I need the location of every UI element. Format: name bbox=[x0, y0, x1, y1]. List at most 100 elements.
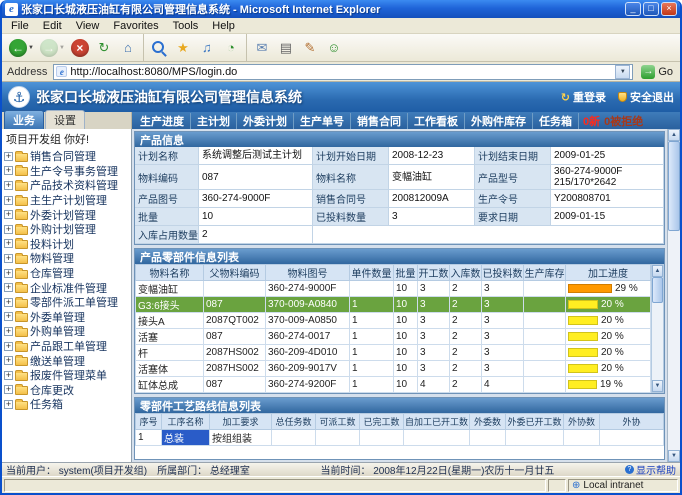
address-dropdown[interactable]: ▼ bbox=[615, 65, 630, 79]
table-row[interactable]: G3:6接头087370-009-A084011032320 % bbox=[136, 297, 651, 313]
sidebar-tree-item[interactable]: + 外委计划管理 bbox=[4, 207, 131, 222]
refresh-button[interactable]: ↻ ▼ bbox=[92, 34, 116, 61]
sidebar-tree-item[interactable]: + 物料管理 bbox=[4, 251, 131, 266]
expand-icon[interactable]: + bbox=[4, 371, 13, 380]
home-button[interactable]: ⌂ ▼ bbox=[116, 34, 140, 61]
sidebar-tree-item[interactable]: + 企业标准件管理 bbox=[4, 280, 131, 295]
main-scrollbar[interactable]: ▲ ▼ bbox=[667, 129, 680, 462]
history-button[interactable]: ◔ ▼ bbox=[219, 34, 243, 61]
media-button[interactable]: ♫ ▼ bbox=[195, 34, 219, 61]
scroll-track[interactable] bbox=[668, 141, 680, 450]
table-row[interactable]: 活塞087360-274-001711032320 % bbox=[136, 329, 651, 345]
scroll-up-icon[interactable]: ▲ bbox=[668, 129, 680, 141]
scroll-down-icon[interactable]: ▼ bbox=[668, 450, 680, 462]
logout-button[interactable]: 安全退出 bbox=[618, 89, 674, 105]
menu-item[interactable]: View bbox=[69, 20, 107, 32]
scroll-thumb[interactable] bbox=[652, 277, 663, 303]
expand-icon[interactable]: + bbox=[4, 239, 13, 248]
dropdown-caret-icon[interactable]: ▼ bbox=[59, 45, 65, 51]
expand-icon[interactable]: + bbox=[4, 400, 13, 409]
column-header[interactable]: 外委数 bbox=[470, 414, 506, 430]
column-header[interactable]: 生产库存 bbox=[524, 265, 566, 281]
nav-item[interactable]: 外购件库存 bbox=[465, 113, 533, 129]
expand-icon[interactable]: + bbox=[4, 327, 13, 336]
search-button[interactable]: ▼ bbox=[143, 34, 171, 61]
expand-icon[interactable]: + bbox=[4, 312, 13, 321]
table-row[interactable]: 杆2087HS002360-209-4D01011032320 % bbox=[136, 345, 651, 361]
column-header[interactable]: 自加工已开工数 bbox=[404, 414, 470, 430]
module-tab[interactable]: 业务 bbox=[4, 110, 44, 129]
nav-item[interactable]: 任务箱 bbox=[533, 113, 579, 129]
table-row[interactable]: 活塞体2087HS002360-209-9017V11032320 % bbox=[136, 361, 651, 377]
nav-item[interactable]: 主计划 bbox=[191, 113, 237, 129]
column-header[interactable]: 加工要求 bbox=[210, 414, 272, 430]
sidebar-tree-item[interactable]: + 外购计划管理 bbox=[4, 222, 131, 237]
column-header[interactable]: 加工进度 bbox=[566, 265, 651, 281]
scroll-thumb[interactable] bbox=[668, 141, 680, 231]
expand-icon[interactable]: + bbox=[4, 254, 13, 263]
menu-item[interactable]: File bbox=[4, 20, 36, 32]
column-header[interactable]: 总任务数 bbox=[272, 414, 316, 430]
table-row[interactable]: 接头A2087QT002370-009-A085011032320 % bbox=[136, 313, 651, 329]
print-button[interactable]: ▤ ▼ bbox=[274, 34, 298, 61]
forward-button[interactable]: → ▼ bbox=[37, 34, 68, 61]
expand-icon[interactable]: + bbox=[4, 225, 13, 234]
expand-icon[interactable]: + bbox=[4, 342, 13, 351]
column-header[interactable]: 父物料编码 bbox=[204, 265, 266, 281]
column-header[interactable]: 已投料数 bbox=[482, 265, 524, 281]
scroll-track[interactable] bbox=[652, 277, 663, 380]
column-header[interactable]: 单件数量 bbox=[350, 265, 394, 281]
dropdown-caret-icon[interactable]: ▼ bbox=[28, 45, 34, 51]
mail-button[interactable]: ✉ ▼ bbox=[246, 34, 274, 61]
column-header[interactable]: 物料名称 bbox=[136, 265, 204, 281]
table-row[interactable]: 变幅油缸360-274-9000F1032329 % bbox=[136, 281, 651, 297]
sidebar-tree-item[interactable]: + 外委单管理 bbox=[4, 310, 131, 325]
sidebar-tree-item[interactable]: + 产品跟工单管理 bbox=[4, 339, 131, 354]
column-header[interactable]: 外委已开工数 bbox=[506, 414, 564, 430]
title-bar[interactable]: e 张家口长城液压油缸有限公司管理信息系统 - Microsoft Intern… bbox=[2, 0, 680, 18]
expand-icon[interactable]: + bbox=[4, 283, 13, 292]
back-button[interactable]: ← ▼ bbox=[6, 34, 37, 61]
menu-item[interactable]: Help bbox=[205, 20, 242, 32]
expand-icon[interactable]: + bbox=[4, 269, 13, 278]
expand-icon[interactable]: + bbox=[4, 166, 13, 175]
nav-item[interactable]: 生产单号 bbox=[294, 113, 351, 129]
nav-item[interactable]: 外委计划 bbox=[237, 113, 294, 129]
expand-icon[interactable]: + bbox=[4, 181, 13, 190]
sidebar-tree-item[interactable]: + 生产令号事务管理 bbox=[4, 164, 131, 179]
menu-item[interactable]: Tools bbox=[166, 20, 206, 32]
sidebar-tree-item[interactable]: + 仓库更改 bbox=[4, 383, 131, 398]
column-header[interactable]: 已完工数 bbox=[360, 414, 404, 430]
column-header[interactable]: 外协数 bbox=[564, 414, 600, 430]
nav-item[interactable]: 生产进度 bbox=[134, 113, 191, 129]
sidebar-tree-item[interactable]: + 任务箱 bbox=[4, 397, 131, 412]
column-header[interactable]: 开工数 bbox=[418, 265, 450, 281]
parts-scrollbar[interactable]: ▲ ▼ bbox=[651, 264, 664, 393]
stop-button[interactable]: × ▼ bbox=[68, 34, 92, 61]
minimize-button[interactable]: _ bbox=[625, 2, 641, 16]
sidebar-tree-item[interactable]: + 零部件派工单管理 bbox=[4, 295, 131, 310]
messenger-button[interactable]: ☺ ▼ bbox=[322, 34, 346, 61]
relogin-button[interactable]: ↻ 重登录 bbox=[561, 89, 606, 105]
scroll-up-icon[interactable]: ▲ bbox=[652, 265, 663, 277]
expand-icon[interactable]: + bbox=[4, 298, 13, 307]
column-header[interactable]: 物料图号 bbox=[266, 265, 350, 281]
maximize-button[interactable]: □ bbox=[643, 2, 659, 16]
expand-icon[interactable]: + bbox=[4, 196, 13, 205]
sidebar-tree-item[interactable]: + 报废件管理菜单 bbox=[4, 368, 131, 383]
favorites-button[interactable]: ★ ▼ bbox=[171, 34, 195, 61]
table-row[interactable]: 缸体总成087360-274-9200F11042419 % bbox=[136, 377, 651, 393]
edit-button[interactable]: ✎ ▼ bbox=[298, 34, 322, 61]
column-header[interactable]: 可派工数 bbox=[316, 414, 360, 430]
expand-icon[interactable]: + bbox=[4, 210, 13, 219]
column-header[interactable]: 入库数 bbox=[450, 265, 482, 281]
column-header[interactable]: 序号 bbox=[136, 414, 162, 430]
sidebar-tree-item[interactable]: + 外购单管理 bbox=[4, 324, 131, 339]
address-input[interactable]: e http://localhost:8080/MPS/login.do ▼ bbox=[53, 64, 633, 80]
sidebar-tree-item[interactable]: + 主生产计划管理 bbox=[4, 193, 131, 208]
nav-item[interactable]: 工作看板 bbox=[408, 113, 465, 129]
sidebar-tree-item[interactable]: + 缴送单管理 bbox=[4, 353, 131, 368]
scroll-down-icon[interactable]: ▼ bbox=[652, 380, 663, 392]
table-row[interactable]: 1总装按组组装 bbox=[136, 430, 664, 446]
go-button[interactable]: → Go bbox=[637, 65, 677, 79]
